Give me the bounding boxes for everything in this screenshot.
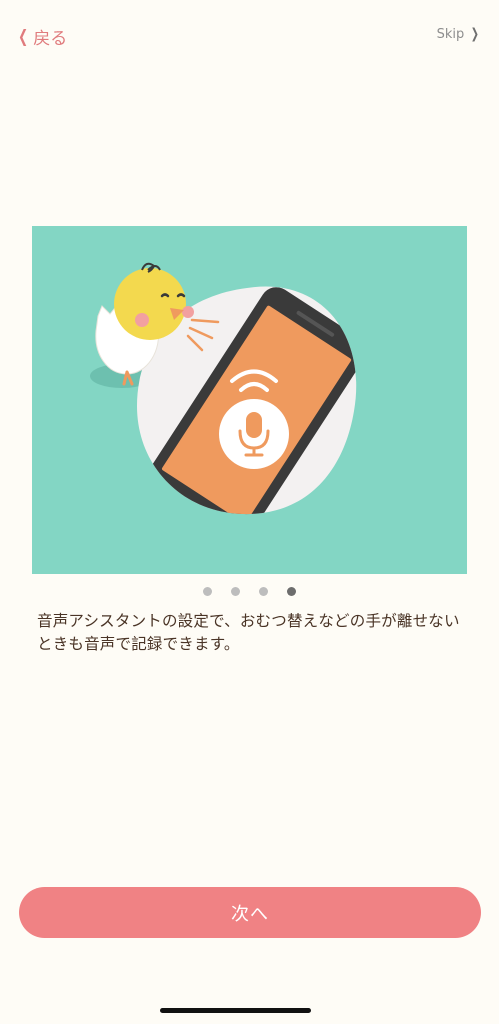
top-nav: ❮ 戻る Skip ❯ [0,22,499,50]
onboarding-description: 音声アシスタントの設定で、おむつ替えなどの手が離せないときも音声で記録できます。 [37,612,460,653]
page-dot-1 [203,587,212,596]
home-indicator [160,1008,311,1013]
chevron-left-icon: ❮ [18,26,29,47]
page-dot-3 [259,587,268,596]
skip-button[interactable]: Skip ❯ [437,26,481,42]
chick-voice-assistant-illustration [90,262,357,515]
chevron-right-icon: ❯ [471,26,480,42]
next-button[interactable]: 次へ [19,887,481,938]
skip-label: Skip [436,26,465,42]
page-dot-2 [231,587,240,596]
onboarding-illustration [32,226,467,574]
back-label: 戻る [33,29,68,49]
page-indicator [0,587,499,596]
page-dot-4-active [287,587,296,596]
back-button[interactable]: ❮ 戻る [16,24,68,50]
